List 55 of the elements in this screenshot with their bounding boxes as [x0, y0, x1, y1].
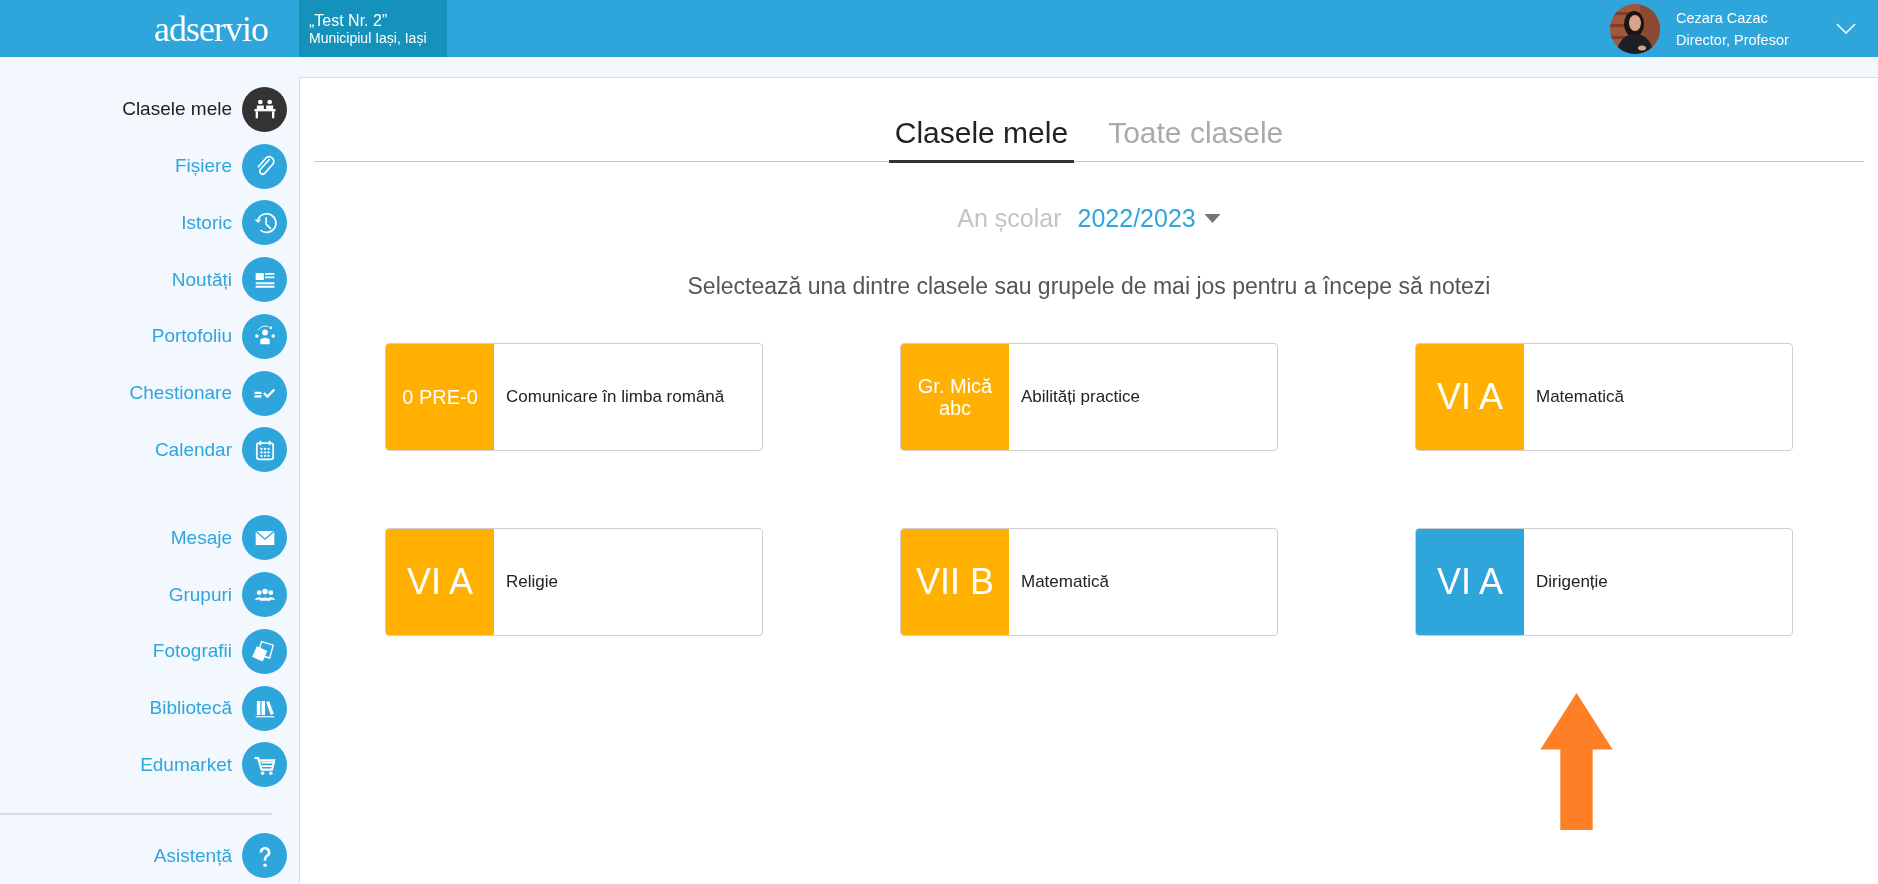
- photos-icon: [242, 628, 287, 674]
- paperclip-icon: [242, 143, 287, 189]
- classroom-icon: [242, 86, 287, 132]
- sidebar-item[interactable]: Clasele mele: [122, 81, 287, 138]
- sidebar-item[interactable]: Fotografii: [152, 623, 287, 680]
- calendar-icon: [242, 427, 287, 473]
- subject-label: Matematică: [1535, 386, 1624, 408]
- class-tag: Gr. Mică abc: [901, 344, 1009, 450]
- sidebar-item[interactable]: Noutăți: [171, 251, 287, 308]
- group-icon: [242, 572, 287, 618]
- user-role: Director, Profesor: [1676, 31, 1790, 48]
- newspaper-icon: [242, 257, 287, 303]
- class-tag: VI A: [1416, 529, 1524, 635]
- school-year-dropdown[interactable]: 2022/2023: [1077, 204, 1221, 233]
- checklist-icon: [242, 370, 287, 416]
- sidebar-item[interactable]: Mesaje: [170, 509, 287, 567]
- subject-label: Religie: [505, 571, 558, 593]
- sidebar-item[interactable]: Istoric: [181, 194, 287, 252]
- history-icon: [242, 200, 287, 246]
- instruction-text: Selectează una dintre clasele sau grupele de mai jos pentru a începe să notezi: [687, 273, 1491, 300]
- class-card[interactable]: 0 PRE-0 Comunicare în limba română: [385, 343, 763, 451]
- envelope-icon: [242, 515, 287, 561]
- class-tag: 0 PRE-0: [386, 344, 494, 450]
- class-card[interactable]: VII B Matematică: [900, 528, 1278, 636]
- school-year-label: An școlar: [957, 204, 1062, 233]
- class-card[interactable]: VI A Dirigenție: [1415, 528, 1793, 636]
- sidebar-item[interactable]: Portofoliu: [151, 308, 287, 365]
- class-card[interactable]: VI A Religie: [385, 528, 763, 636]
- sidebar-item[interactable]: Calendar: [154, 421, 287, 479]
- subject-label: Dirigenție: [1535, 571, 1608, 593]
- sidebar-item[interactable]: Grupuri: [168, 566, 287, 624]
- sidebar-item[interactable]: Asistență: [153, 827, 287, 884]
- sidebar-item[interactable]: Bibliotecă: [149, 679, 287, 737]
- subject-label: Matematică: [1020, 571, 1109, 593]
- subject-label: Abilități practice: [1020, 386, 1141, 408]
- people-network-icon: [242, 313, 287, 359]
- tab[interactable]: Clasele mele: [888, 116, 1075, 163]
- sidebar-item[interactable]: Fișiere: [175, 137, 287, 195]
- class-tag: VI A: [386, 529, 494, 635]
- logo[interactable]: adservio: [154, 7, 299, 50]
- caret-icon: [1203, 214, 1221, 223]
- sidebar-item[interactable]: Chestionare: [129, 364, 287, 422]
- books-icon: [242, 685, 287, 731]
- help-icon: [242, 833, 287, 879]
- class-card[interactable]: Gr. Mică abc Abilități practice: [900, 343, 1278, 451]
- chevron-down-icon[interactable]: [1836, 23, 1856, 34]
- tab[interactable]: Toate clasele: [1102, 116, 1290, 163]
- class-tag: VI A: [1416, 344, 1524, 450]
- cart-icon: [242, 742, 287, 788]
- class-card[interactable]: VI A Matematică: [1415, 343, 1793, 451]
- user-name: Cezara Cazac: [1676, 9, 1769, 26]
- class-tag: VII B: [901, 529, 1009, 635]
- sidebar-item[interactable]: Edumarket: [140, 736, 287, 794]
- subject-label: Comunicare în limba română: [505, 386, 725, 408]
- school-selector[interactable]: „Test Nr. 2” Municipiul Iași, Iași: [299, 0, 447, 57]
